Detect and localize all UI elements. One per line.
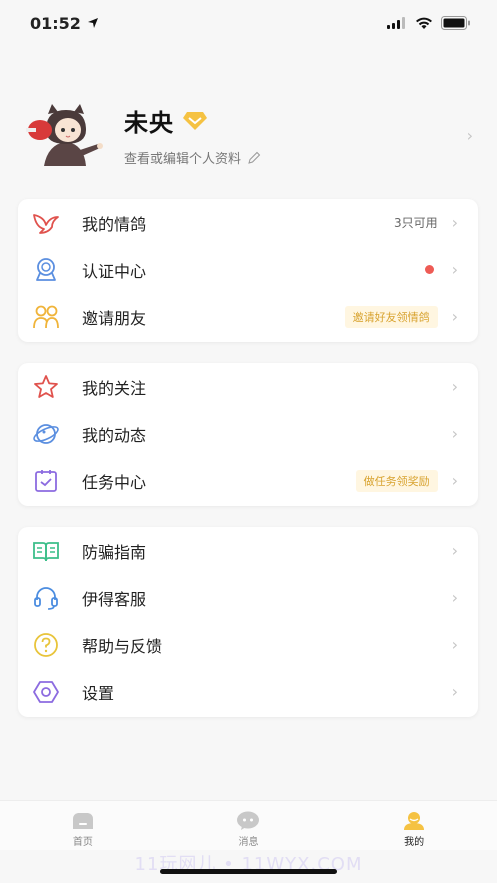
pigeon-count: 3只可用 [393,216,438,230]
star-icon [32,373,60,401]
certificate-badge-icon [32,256,60,284]
edit-profile-text: 查看或编辑个人资料 [124,152,242,167]
status-time-group: 01:52 [30,14,99,33]
menu-label: 帮助与反馈 [82,636,163,656]
pigeon-icon [32,209,60,237]
menu-item-my-posts[interactable]: 我的动态 › [18,410,478,457]
notification-dot [424,265,434,274]
tab-label: 首页 [72,837,93,848]
friends-icon [32,303,60,331]
menu-item-invite-friends[interactable]: 邀请朋友 邀请好友领情鸽 › [18,293,478,340]
status-icons [387,16,471,30]
menu-label: 我的情鸽 [82,214,147,234]
chevron-right-icon: › [451,377,458,396]
open-book-icon [32,537,60,565]
profile-info: 未央 查看或编辑个人资料 [124,103,467,167]
planet-icon [32,420,60,448]
tab-messages[interactable]: 消息 [218,811,278,848]
menu-label: 我的动态 [82,425,147,445]
invite-promo-badge: 邀请好友领情鸽 [344,305,438,328]
profile-name: 未央 [124,109,174,137]
menu-card-3: 防骗指南 › 伊得客服 › 帮助与反馈 › 设置 › [18,527,478,717]
tab-label: 我的 [404,837,425,848]
location-arrow-icon [87,18,98,28]
profile-name-row: 未央 [124,103,467,138]
status-time: 01:52 [30,13,81,33]
headset-icon [32,584,60,612]
bottom-tab-bar: 首页 消息 我的 [0,800,497,850]
avatar-illustration [26,104,103,166]
menu-label: 认证中心 [82,261,147,281]
menu-card-1: 我的情鸽 3只可用 › 认证中心 › 邀请朋友 邀请好友领情鸽 › [18,199,478,342]
menu-card-2: 我的关注 › 我的动态 › 任务中心 做任务领奖励 › [18,363,478,506]
status-bar: 01:52 [0,0,497,46]
battery-icon [441,16,470,30]
chevron-right-icon: › [451,307,458,326]
pencil-icon [248,151,261,164]
settings-hexagon-icon [32,678,60,706]
avatar[interactable] [24,100,104,170]
home-indicator[interactable] [160,869,337,874]
home-icon [72,813,93,829]
chevron-right-icon: › [451,424,458,443]
edit-profile-link[interactable]: 查看或编辑个人资料 [124,148,467,167]
chevron-right-icon: › [451,213,458,232]
help-question-icon [32,631,60,659]
cellular-signal-icon [387,17,405,29]
menu-label: 任务中心 [82,472,147,492]
message-icon [237,811,260,830]
chevron-right-icon: › [451,682,458,701]
menu-item-following[interactable]: 我的关注 › [18,363,478,410]
menu-label: 我的关注 [82,378,147,398]
menu-item-my-pigeons[interactable]: 我的情鸽 3只可用 › [18,199,478,246]
menu-item-task-center[interactable]: 任务中心 做任务领奖励 › [18,457,478,504]
task-promo-badge: 做任务领奖励 [355,469,438,492]
menu-item-anti-fraud-guide[interactable]: 防骗指南 › [18,527,478,574]
menu-label: 防骗指南 [82,542,147,562]
chevron-right-icon: › [451,260,458,279]
chevron-right-icon: › [451,471,458,490]
chevron-right-icon: › [451,541,458,560]
chevron-right-icon: › [451,588,458,607]
menu-item-customer-service[interactable]: 伊得客服 › [18,574,478,621]
chevron-right-icon: › [451,635,458,654]
menu-label: 伊得客服 [82,589,147,609]
menu-item-verification[interactable]: 认证中心 › [18,246,478,293]
menu-label: 设置 [82,683,115,703]
tab-home[interactable]: 首页 [53,811,113,848]
wifi-icon [416,17,432,29]
tab-profile[interactable]: 我的 [384,811,444,848]
menu-item-help-feedback[interactable]: 帮助与反馈 › [18,621,478,668]
profile-header[interactable]: 未央 查看或编辑个人资料 › [0,90,497,180]
menu-item-settings[interactable]: 设置 › [18,668,478,715]
profile-icon [404,812,425,830]
diamond-vip-icon [183,111,207,130]
tab-label: 消息 [238,837,259,848]
menu-label: 邀请朋友 [82,308,147,328]
profile-chevron-icon: › [466,125,473,145]
task-clipboard-icon [32,467,60,495]
